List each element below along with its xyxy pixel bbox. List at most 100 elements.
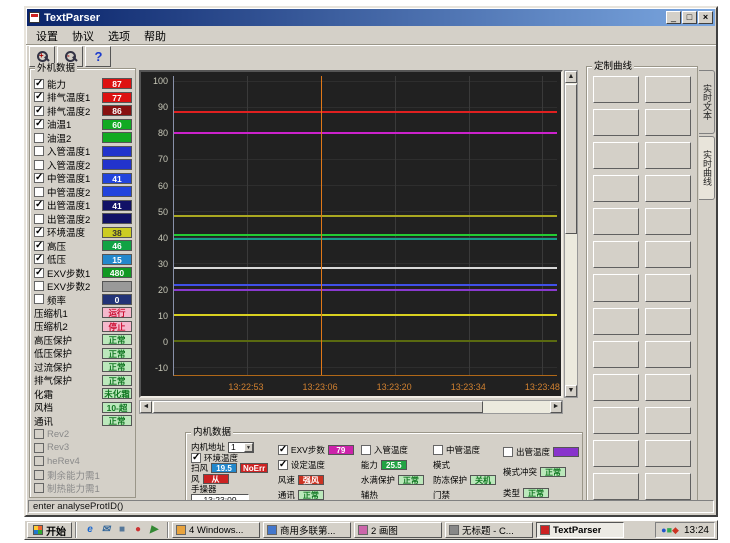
address-select[interactable]: 1 — [228, 442, 254, 453]
menu-item[interactable]: 选项 — [101, 27, 137, 45]
curve-slot[interactable] — [645, 241, 691, 268]
row-label: Rev3 — [47, 442, 69, 453]
checkbox[interactable] — [361, 445, 371, 455]
x-tick-label: 13:22:53 — [228, 381, 263, 393]
checkbox[interactable] — [34, 200, 44, 210]
checkbox[interactable] — [34, 470, 44, 480]
curve-slot[interactable] — [645, 374, 691, 401]
checkbox[interactable] — [34, 119, 44, 129]
outdoor-row: 油温2 — [32, 131, 133, 144]
checkbox[interactable] — [34, 294, 44, 304]
checkbox[interactable] — [34, 281, 44, 291]
checkbox[interactable] — [34, 443, 44, 453]
scroll-right-icon[interactable] — [550, 401, 562, 413]
curve-slot[interactable] — [593, 440, 639, 467]
checkbox[interactable] — [34, 483, 44, 493]
checkbox[interactable] — [34, 160, 44, 170]
curve-slot[interactable] — [645, 308, 691, 335]
row-label: 剩余能力需1 — [47, 468, 100, 482]
curve-slot[interactable] — [593, 407, 639, 434]
checkbox[interactable] — [278, 460, 288, 470]
plot-area[interactable] — [173, 76, 557, 376]
curve-slot[interactable] — [593, 175, 639, 202]
checkbox[interactable] — [503, 447, 513, 457]
curve-slot[interactable] — [593, 76, 639, 103]
curve-slot[interactable] — [645, 109, 691, 136]
task-button[interactable]: 无标题 - C... — [445, 522, 533, 538]
checkbox[interactable] — [433, 445, 443, 455]
title-bar[interactable]: TextParser — [27, 9, 715, 26]
menu-item[interactable]: 协议 — [65, 27, 101, 45]
checkbox[interactable] — [278, 445, 288, 455]
task-button[interactable]: 商用多联第... — [263, 522, 351, 538]
curve-slot[interactable] — [593, 473, 639, 500]
alert-icon[interactable]: ◆ — [672, 525, 679, 535]
minimize-button[interactable] — [666, 11, 681, 24]
chart-horizontal-scrollbar[interactable] — [139, 400, 563, 414]
help-button[interactable]: ? — [85, 46, 111, 67]
checkbox[interactable] — [191, 453, 201, 463]
start-button[interactable]: 开始 — [27, 522, 72, 538]
curve-slot[interactable] — [645, 208, 691, 235]
media-icon[interactable]: ● — [131, 523, 145, 537]
menu-item[interactable]: 设置 — [29, 27, 65, 45]
curve-slot[interactable] — [645, 341, 691, 368]
curve-slot[interactable] — [645, 274, 691, 301]
outdoor-row: 频率0 — [32, 293, 133, 306]
checkbox[interactable] — [34, 79, 44, 89]
curve-slot[interactable] — [593, 374, 639, 401]
curve-slot[interactable] — [593, 274, 639, 301]
curve-slot[interactable] — [645, 76, 691, 103]
chart-vertical-scrollbar[interactable] — [564, 70, 578, 398]
curve-slot[interactable] — [593, 109, 639, 136]
curve-slot[interactable] — [645, 142, 691, 169]
scroll-up-icon[interactable] — [565, 71, 577, 83]
ie-icon[interactable]: e — [83, 523, 97, 537]
scroll-left-icon[interactable] — [140, 401, 152, 413]
checkbox[interactable] — [34, 214, 44, 224]
menu-item[interactable]: 帮助 — [137, 27, 173, 45]
checkbox[interactable] — [34, 146, 44, 156]
checkbox[interactable] — [34, 241, 44, 251]
side-tab[interactable]: 实时文本 — [699, 70, 715, 134]
task-button[interactable]: 2 画图 — [354, 522, 442, 538]
curve-slot[interactable] — [593, 208, 639, 235]
checkbox[interactable] — [34, 456, 44, 466]
checkbox[interactable] — [34, 227, 44, 237]
checkbox[interactable] — [34, 187, 44, 197]
checkbox[interactable] — [34, 254, 44, 264]
player-icon[interactable]: ▶ — [147, 523, 161, 537]
indoor-row: 模式冲突正常 — [503, 462, 579, 482]
curve-slot[interactable] — [593, 308, 639, 335]
scroll-down-icon[interactable] — [565, 385, 577, 397]
outdoor-row: 制热能力需1 — [32, 482, 133, 495]
mail-icon[interactable]: ✉ — [99, 523, 113, 537]
curve-slot[interactable] — [593, 142, 639, 169]
indoor-row: 扫风19.5NoErr — [191, 463, 271, 474]
task-button[interactable]: 4 Windows... — [172, 522, 260, 538]
desktop: TextParser 设置协议选项帮助 +-? 外机数据 能力87排气温度177… — [0, 0, 730, 543]
checkbox[interactable] — [34, 106, 44, 116]
checkbox[interactable] — [34, 133, 44, 143]
curve-slot[interactable] — [593, 241, 639, 268]
maximize-button[interactable] — [682, 11, 697, 24]
checkbox[interactable] — [34, 268, 44, 278]
value-badge: 停止 — [102, 321, 132, 332]
curve-slot[interactable] — [645, 473, 691, 500]
horizontal-scroll-thumb[interactable] — [153, 401, 483, 413]
indoor-panel-title: 内机数据 — [191, 427, 233, 438]
curve-slot[interactable] — [645, 175, 691, 202]
row-label: 排气温度1 — [47, 90, 90, 104]
curve-slot[interactable] — [645, 407, 691, 434]
checkbox[interactable] — [34, 92, 44, 102]
show-desktop-icon[interactable]: ■ — [115, 523, 129, 537]
close-button[interactable] — [698, 11, 713, 24]
task-button[interactable]: TextParser — [536, 522, 624, 538]
side-tab[interactable]: 实时曲线 — [699, 136, 715, 200]
value-badge — [102, 159, 132, 170]
vertical-scroll-thumb[interactable] — [565, 84, 577, 234]
checkbox[interactable] — [34, 429, 44, 439]
curve-slot[interactable] — [645, 440, 691, 467]
checkbox[interactable] — [34, 173, 44, 183]
curve-slot[interactable] — [593, 341, 639, 368]
